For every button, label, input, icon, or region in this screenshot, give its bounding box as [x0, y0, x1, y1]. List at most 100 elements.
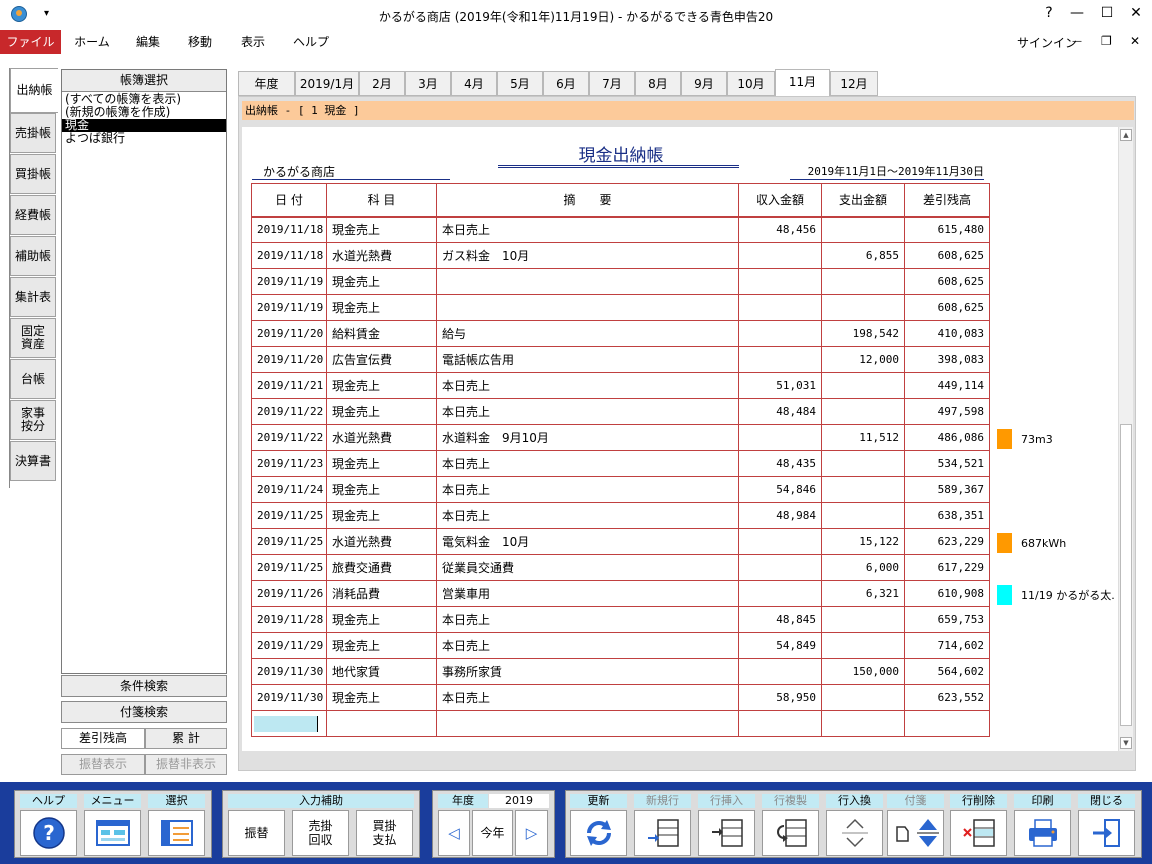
row-description[interactable]: 本日売上	[436, 606, 739, 633]
condition-search-button[interactable]: 条件検索	[61, 675, 227, 697]
tab-month-12[interactable]: 12月	[830, 71, 878, 96]
row-account[interactable]: 広告宣伝費	[326, 346, 437, 373]
row-expense[interactable]	[821, 476, 905, 503]
table-row[interactable]: 2019/11/20 広告宣伝費 電話帳広告用 12,000 398,083	[251, 346, 990, 373]
row-date[interactable]: 2019/11/23	[251, 450, 327, 477]
scroll-up-icon[interactable]: ▲	[1120, 129, 1132, 141]
row-date[interactable]: 2019/11/18	[251, 216, 327, 243]
row-account[interactable]: 水道光熱費	[326, 242, 437, 269]
row-date[interactable]: 2019/11/30	[251, 684, 327, 711]
row-expense[interactable]: 15,122	[821, 528, 905, 555]
row-account[interactable]: 現金売上	[326, 294, 437, 321]
row-income[interactable]: 48,435	[738, 450, 822, 477]
row-balance[interactable]: 615,480	[904, 216, 990, 243]
row-description[interactable]: 従業員交通費	[436, 554, 739, 581]
row-account[interactable]: 現金売上	[326, 502, 437, 529]
table-row[interactable]: 2019/11/18 現金売上 本日売上 48,456 615,480	[251, 216, 990, 243]
sidetab-fixed-assets[interactable]: 固定 資産	[10, 318, 56, 358]
row-account[interactable]: 現金売上	[326, 632, 437, 659]
tag-note[interactable]: 11/19 かるがる太.	[997, 582, 1115, 608]
row-description[interactable]: 本日売上	[436, 476, 739, 503]
row-income[interactable]: 58,950	[738, 684, 822, 711]
date-entry-input[interactable]	[254, 715, 318, 732]
row-expense[interactable]: 12,000	[821, 346, 905, 373]
row-balance[interactable]: 623,552	[904, 684, 990, 711]
close-icon[interactable]: ✕	[1125, 5, 1147, 21]
row-expense[interactable]: 6,855	[821, 242, 905, 269]
delete-row-button[interactable]	[950, 810, 1007, 856]
row-expense[interactable]	[821, 450, 905, 477]
row-income[interactable]: 54,846	[738, 476, 822, 503]
row-income[interactable]: 54,849	[738, 632, 822, 659]
row-date[interactable]: 2019/11/30	[251, 658, 327, 685]
row-expense[interactable]: 198,542	[821, 320, 905, 347]
row-balance[interactable]: 589,367	[904, 476, 990, 503]
tab-help[interactable]: ヘルプ	[288, 30, 334, 54]
sidetab-expense[interactable]: 経費帳	[10, 195, 56, 235]
vertical-scrollbar[interactable]: ▲ ▼	[1118, 127, 1133, 751]
menu-button[interactable]	[84, 810, 141, 856]
row-income[interactable]	[738, 554, 822, 581]
table-row[interactable]: 2019/11/26 消耗品費 営業車用 6,321 610,908	[251, 580, 990, 607]
tab-file[interactable]: ファイル	[0, 30, 61, 54]
row-income[interactable]	[738, 268, 822, 295]
table-row[interactable]: 2019/11/19 現金売上 608,625	[251, 268, 990, 295]
row-description[interactable]: 事務所家賃	[436, 658, 739, 685]
ribbon-restore-icon[interactable]: ❐	[1101, 34, 1112, 48]
row-description[interactable]: 本日売上	[436, 684, 739, 711]
tab-edit[interactable]: 編集	[128, 30, 168, 54]
minimize-icon[interactable]: —	[1066, 5, 1088, 21]
row-date[interactable]: 2019/11/25	[251, 502, 327, 529]
row-date[interactable]: 2019/11/28	[251, 606, 327, 633]
row-account[interactable]: 水道光熱費	[326, 528, 437, 555]
tab-month-11[interactable]: 11月	[775, 69, 830, 96]
row-balance[interactable]: 497,598	[904, 398, 990, 425]
row-description[interactable]	[436, 268, 739, 295]
ledger-item-bank[interactable]: よつば銀行	[62, 132, 226, 145]
row-expense[interactable]	[821, 372, 905, 399]
row-income[interactable]: 48,845	[738, 606, 822, 633]
row-expense[interactable]	[821, 710, 905, 737]
row-account[interactable]: 消耗品費	[326, 580, 437, 607]
scroll-down-icon[interactable]: ▼	[1120, 737, 1132, 749]
row-balance[interactable]: 398,083	[904, 346, 990, 373]
tab-month-4[interactable]: 4月	[451, 71, 497, 96]
row-balance[interactable]: 623,229	[904, 528, 990, 555]
signin-link[interactable]: サインイン	[1017, 34, 1077, 51]
row-account[interactable]: 現金売上	[326, 476, 437, 503]
row-account[interactable]: 現金売上	[326, 372, 437, 399]
row-balance[interactable]: 564,602	[904, 658, 990, 685]
tab-month-9[interactable]: 9月	[681, 71, 727, 96]
sidetab-subledger[interactable]: 補助帳	[10, 236, 56, 276]
table-row[interactable]: 2019/11/18 水道光熱費 ガス料金 10月 6,855 608,625	[251, 242, 990, 269]
row-description[interactable]: 本日売上	[436, 450, 739, 477]
row-date[interactable]: 2019/11/18	[251, 242, 327, 269]
new-entry-row[interactable]	[251, 710, 990, 737]
ribbon-close-icon[interactable]: ✕	[1130, 34, 1140, 48]
row-balance[interactable]: 714,602	[904, 632, 990, 659]
row-expense[interactable]	[821, 216, 905, 243]
row-balance[interactable]: 486,086	[904, 424, 990, 451]
scroll-thumb[interactable]	[1120, 424, 1132, 726]
row-date[interactable]: 2019/11/25	[251, 528, 327, 555]
select-button[interactable]	[148, 810, 205, 856]
row-description[interactable]: ガス料金 10月	[436, 242, 739, 269]
tag-search-button[interactable]: 付箋検索	[61, 701, 227, 723]
tab-month-6[interactable]: 6月	[543, 71, 589, 96]
row-balance[interactable]: 608,625	[904, 268, 990, 295]
row-description[interactable]: 水道料金 9月10月	[436, 424, 739, 451]
row-date[interactable]: 2019/11/26	[251, 580, 327, 607]
row-description[interactable]: 電話帳広告用	[436, 346, 739, 373]
row-expense[interactable]	[821, 294, 905, 321]
row-date[interactable]: 2019/11/22	[251, 398, 327, 425]
row-date[interactable]: 2019/11/19	[251, 294, 327, 321]
tab-move[interactable]: 移動	[180, 30, 220, 54]
tab-month-7[interactable]: 7月	[589, 71, 635, 96]
row-expense[interactable]	[821, 398, 905, 425]
tab-month-5[interactable]: 5月	[497, 71, 543, 96]
row-date[interactable]: 2019/11/19	[251, 268, 327, 295]
row-balance[interactable]: 610,908	[904, 580, 990, 607]
row-date[interactable]: 2019/11/20	[251, 320, 327, 347]
row-income[interactable]	[738, 528, 822, 555]
row-description[interactable]: 本日売上	[436, 216, 739, 243]
